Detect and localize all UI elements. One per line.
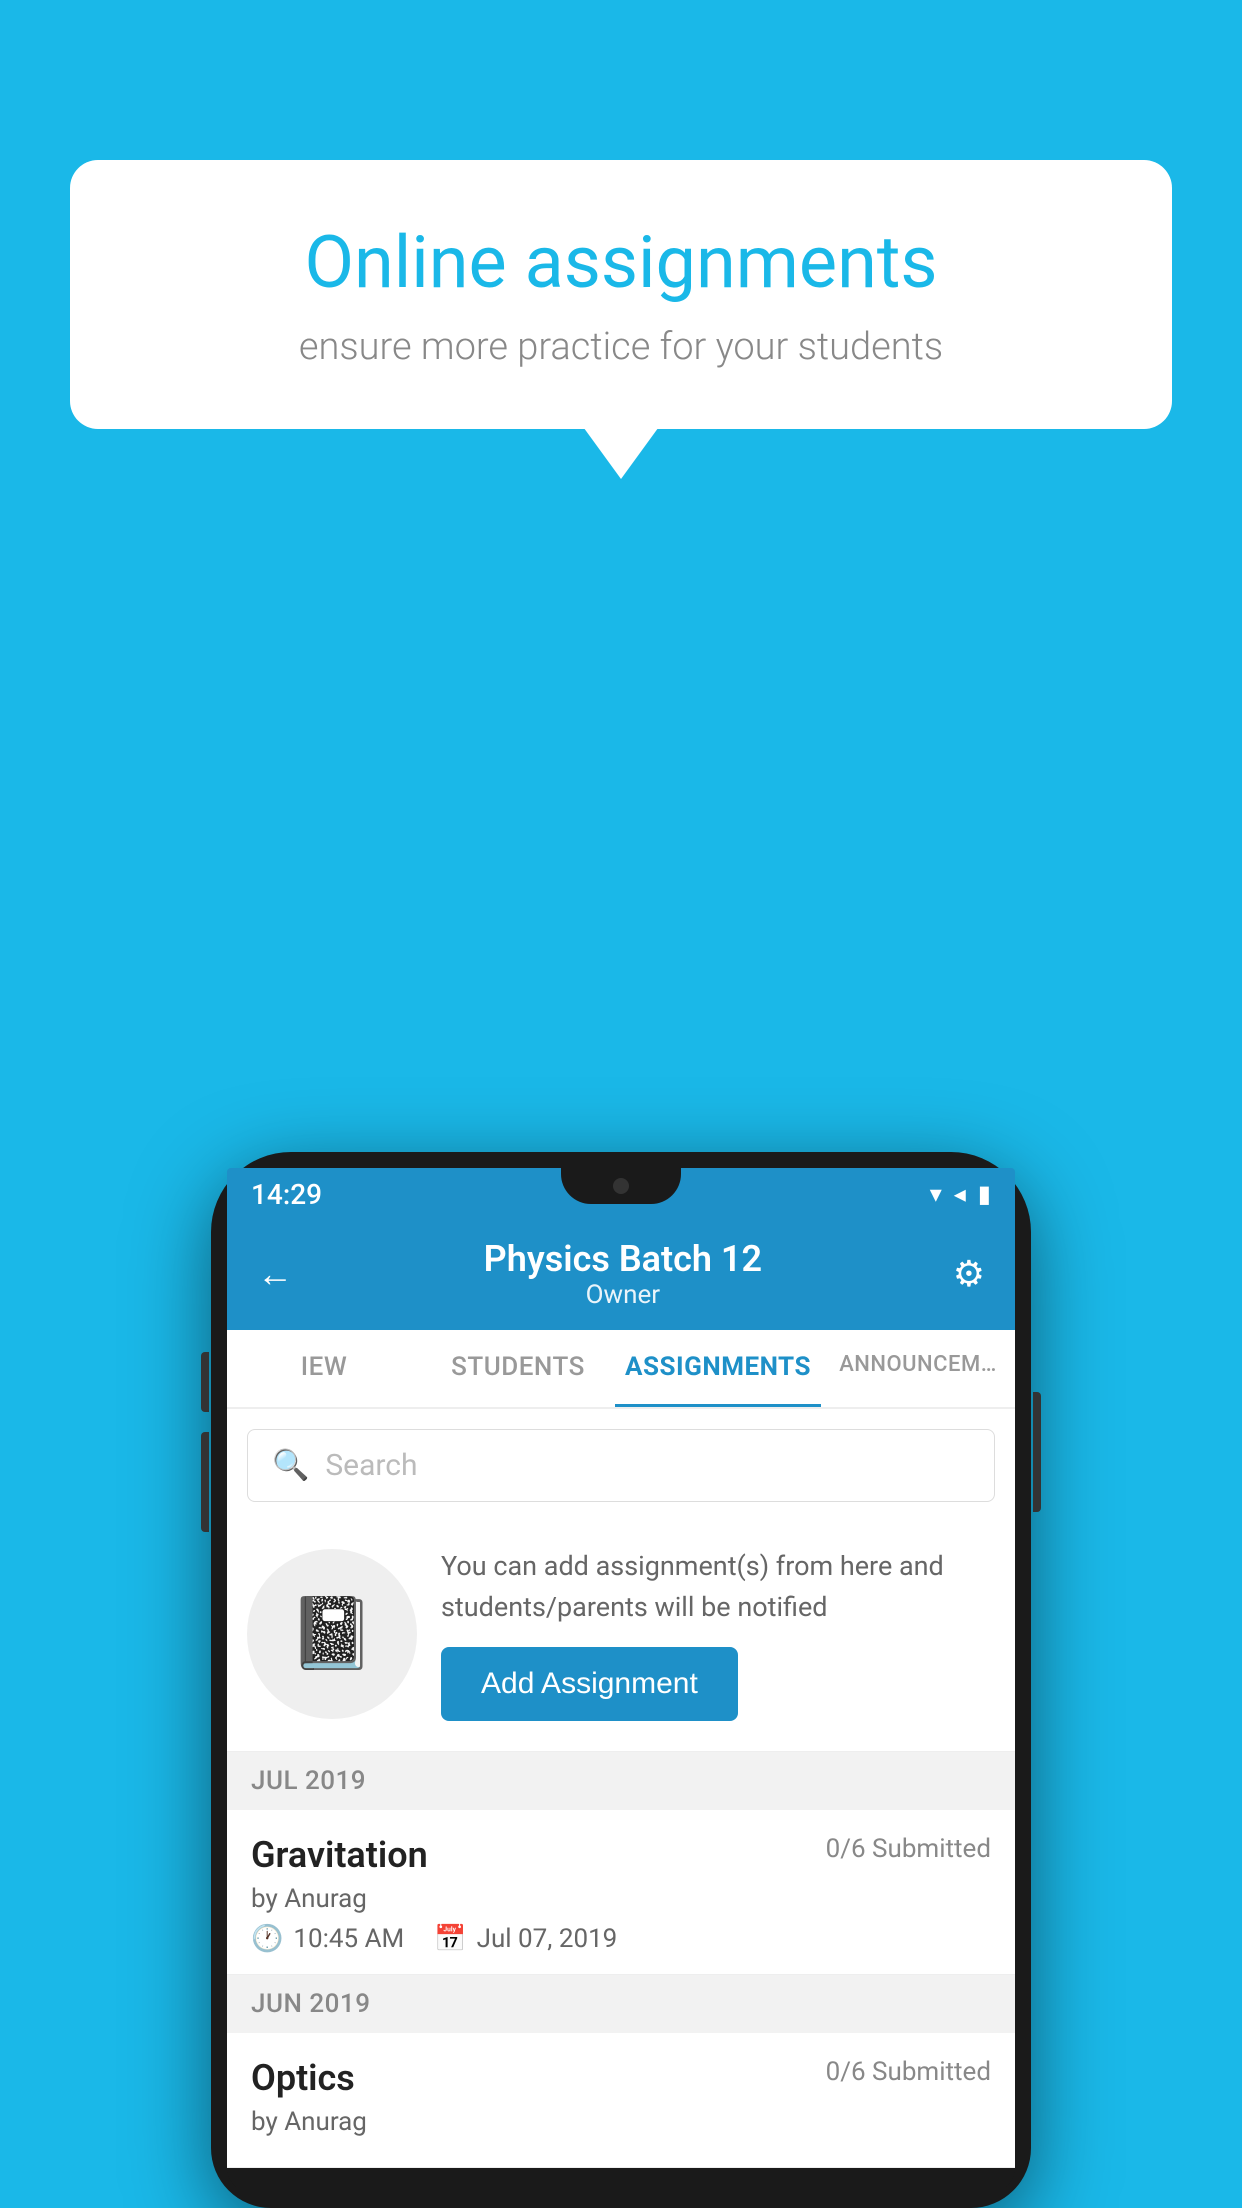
wifi-icon: ▾	[930, 1180, 942, 1208]
speech-bubble-container: Online assignments ensure more practice …	[70, 160, 1172, 429]
side-button-left-bottom	[201, 1432, 209, 1532]
add-assignment-section: 📓 You can add assignment(s) from here an…	[227, 1522, 1015, 1752]
status-time: 14:29	[251, 1178, 322, 1211]
assignment-name-gravitation: Gravitation	[251, 1834, 428, 1876]
speech-bubble-title: Online assignments	[140, 220, 1102, 305]
assignment-item-optics[interactable]: Optics 0/6 Submitted by Anurag	[227, 2033, 1015, 2168]
add-assignment-right: You can add assignment(s) from here and …	[441, 1546, 995, 1721]
settings-icon[interactable]: ⚙	[953, 1253, 985, 1295]
side-button-left-top	[201, 1352, 209, 1412]
tabs-container: IEW STUDENTS ASSIGNMENTS ANNOUNCEM…	[227, 1330, 1015, 1409]
assignment-icon-circle: 📓	[247, 1549, 417, 1719]
assignment-time-gravitation: 🕐 10:45 AM	[251, 1924, 404, 1954]
assignment-submitted-gravitation: 0/6 Submitted	[826, 1834, 991, 1864]
phone-bottom-bar	[227, 2168, 1015, 2192]
back-button[interactable]: ←	[257, 1253, 293, 1295]
search-icon: 🔍	[272, 1448, 309, 1483]
assignment-item-gravitation[interactable]: Gravitation 0/6 Submitted by Anurag 🕐 10…	[227, 1810, 1015, 1975]
phone-screen: IEW STUDENTS ASSIGNMENTS ANNOUNCEM… 🔍 Se…	[227, 1330, 1015, 2168]
side-button-right	[1033, 1392, 1041, 1512]
tab-announcements[interactable]: ANNOUNCEM…	[821, 1330, 1015, 1407]
section-header-jun: JUN 2019	[227, 1975, 1015, 2033]
notch	[561, 1168, 681, 1204]
search-bar[interactable]: 🔍 Search	[247, 1429, 995, 1502]
header-subtitle: Owner	[484, 1280, 762, 1310]
tab-iew[interactable]: IEW	[227, 1330, 421, 1407]
camera-dot	[613, 1178, 629, 1194]
header-title: Physics Batch 12	[484, 1238, 762, 1280]
calendar-icon: 📅	[434, 1924, 466, 1954]
notebook-icon: 📓	[288, 1593, 375, 1675]
speech-bubble-subtitle: ensure more practice for your students	[140, 325, 1102, 369]
assignment-name-optics: Optics	[251, 2057, 355, 2099]
section-header-jul: JUL 2019	[227, 1752, 1015, 1810]
add-assignment-button[interactable]: Add Assignment	[441, 1647, 738, 1721]
tab-students[interactable]: STUDENTS	[421, 1330, 615, 1407]
status-icons: ▾ ◂ ▮	[930, 1180, 991, 1208]
assignment-submitted-optics: 0/6 Submitted	[826, 2057, 991, 2087]
tab-assignments[interactable]: ASSIGNMENTS	[615, 1330, 821, 1407]
signal-icon: ◂	[954, 1180, 966, 1208]
assignment-date-gravitation: 📅 Jul 07, 2019	[434, 1924, 617, 1954]
assignment-top-row: Gravitation 0/6 Submitted	[251, 1834, 991, 1876]
assignment-author-optics: by Anurag	[251, 2107, 991, 2137]
status-bar: 14:29 ▾ ◂ ▮	[227, 1168, 1015, 1220]
clock-icon: 🕐	[251, 1924, 283, 1954]
speech-bubble: Online assignments ensure more practice …	[70, 160, 1172, 429]
phone-outer: 14:29 ▾ ◂ ▮ ← Physics Batch 12 Owner ⚙ I…	[211, 1152, 1031, 2208]
header-center: Physics Batch 12 Owner	[484, 1238, 762, 1310]
assignment-author-gravitation: by Anurag	[251, 1884, 991, 1914]
assignment-meta-gravitation: 🕐 10:45 AM 📅 Jul 07, 2019	[251, 1924, 991, 1954]
phone-wrapper: 14:29 ▾ ◂ ▮ ← Physics Batch 12 Owner ⚙ I…	[211, 1152, 1031, 2208]
assignment-optics-top-row: Optics 0/6 Submitted	[251, 2057, 991, 2099]
search-placeholder: Search	[325, 1448, 417, 1483]
app-header: ← Physics Batch 12 Owner ⚙	[227, 1220, 1015, 1330]
add-assignment-description: You can add assignment(s) from here and …	[441, 1546, 995, 1627]
battery-icon: ▮	[978, 1180, 991, 1208]
